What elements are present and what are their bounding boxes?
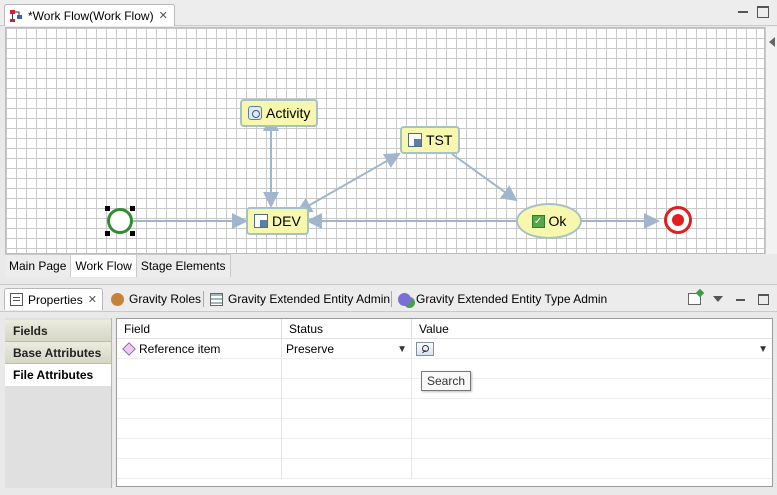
reference-item-icon	[122, 342, 136, 356]
workflow-icon	[10, 9, 22, 22]
tab-properties-label: Properties	[28, 292, 83, 307]
entity-type-icon	[398, 292, 411, 306]
editor-page-tabs: Main Page Work Flow Stage Elements	[5, 254, 231, 278]
tab-gravity-roles[interactable]: Gravity Roles	[106, 288, 206, 310]
palette-toggle[interactable]	[765, 27, 777, 254]
minimize-icon[interactable]	[735, 294, 746, 305]
tab-properties[interactable]: Properties ✕	[4, 288, 103, 310]
column-header-status[interactable]: Status	[282, 318, 412, 339]
table-row	[117, 399, 772, 419]
end-node[interactable]	[664, 206, 692, 234]
dev-node[interactable]: DEV	[246, 207, 309, 235]
connector-tst-ok	[451, 153, 518, 202]
stage-icon	[254, 214, 268, 228]
roles-icon	[111, 292, 124, 306]
tab-entity-admin[interactable]: Gravity Extended Entity Admin	[205, 288, 395, 310]
value-select[interactable]: ▼	[412, 339, 772, 359]
tab-separator	[391, 291, 392, 307]
maximize-icon[interactable]	[758, 293, 769, 305]
workflow-canvas[interactable]: Activity TST DEV ✓ Ok	[5, 27, 765, 254]
entity-admin-icon	[210, 292, 223, 306]
activity-node-label: Activity	[266, 105, 311, 121]
table-header: Field Status Value	[117, 318, 772, 339]
table-row[interactable]: Reference item Preserve ▼ ▼	[117, 339, 772, 359]
views-tab-bar: Properties ✕ Gravity Roles Gravity Exten…	[0, 284, 777, 312]
column-header-field[interactable]: Field	[117, 318, 282, 339]
tst-node-label: TST	[426, 132, 453, 148]
dev-node-label: DEV	[272, 213, 301, 229]
table-row	[117, 419, 772, 439]
editor-tab[interactable]: *Work Flow(Work Flow) ✕	[4, 4, 175, 26]
view-menu-icon[interactable]	[713, 296, 723, 302]
selection-handle[interactable]	[130, 231, 135, 236]
pin-icon[interactable]	[688, 293, 701, 305]
tst-node[interactable]: TST	[400, 126, 461, 154]
tab-separator	[203, 291, 204, 307]
properties-icon	[10, 293, 23, 306]
property-categories: Fields Base Attributes File Attributes	[5, 318, 112, 488]
editor-tab-bar: *Work Flow(Work Flow) ✕	[0, 0, 777, 26]
column-header-value[interactable]: Value	[412, 319, 772, 339]
activity-node[interactable]: Activity	[240, 99, 319, 127]
tab-entity-type-admin-label: Gravity Extended Entity Type Admin	[416, 292, 608, 306]
table-row	[117, 439, 772, 459]
stage-icon	[408, 133, 422, 147]
tab-stage-elements[interactable]: Stage Elements	[136, 255, 231, 277]
maximize-icon[interactable]	[757, 6, 769, 18]
chevron-down-icon[interactable]: ▼	[397, 344, 407, 355]
tab-entity-type-admin[interactable]: Gravity Extended Entity Type Admin	[393, 288, 612, 310]
tab-work-flow[interactable]: Work Flow	[71, 255, 137, 277]
ok-node[interactable]: ✓ Ok	[516, 203, 582, 239]
table-row	[117, 459, 772, 479]
minimize-icon[interactable]	[737, 6, 749, 18]
tab-entity-admin-label: Gravity Extended Entity Admin	[228, 292, 391, 306]
close-icon[interactable]: ✕	[88, 293, 97, 306]
chevron-left-icon	[769, 37, 775, 47]
ok-node-label: Ok	[548, 213, 567, 229]
checkbox-icon: ✓	[531, 214, 545, 228]
category-fields[interactable]: Fields	[5, 320, 111, 342]
status-select[interactable]: Preserve ▼	[282, 339, 412, 359]
connector-dev-tst	[295, 153, 401, 213]
activity-icon	[248, 106, 262, 120]
editor-tab-title: *Work Flow(Work Flow)	[28, 8, 154, 23]
tab-main-page[interactable]: Main Page	[5, 255, 72, 277]
close-icon[interactable]: ✕	[159, 9, 168, 22]
status-value: Preserve	[286, 342, 335, 356]
properties-table: Field Status Value Reference item Preser…	[116, 318, 773, 487]
selection-handle[interactable]	[105, 206, 110, 211]
category-file-attributes[interactable]: File Attributes	[5, 364, 111, 386]
search-tooltip: Search	[421, 371, 472, 391]
view-toolbar	[688, 293, 769, 305]
tab-gravity-roles-label: Gravity Roles	[129, 292, 202, 306]
chevron-down-icon[interactable]: ▼	[758, 344, 768, 355]
category-base-attributes[interactable]: Base Attributes	[5, 342, 111, 364]
search-icon[interactable]	[416, 342, 434, 356]
field-name: Reference item	[139, 342, 221, 356]
selection-handle[interactable]	[130, 206, 135, 211]
start-node[interactable]	[105, 206, 135, 236]
cell-field: Reference item	[117, 339, 282, 359]
selection-handle[interactable]	[105, 231, 110, 236]
